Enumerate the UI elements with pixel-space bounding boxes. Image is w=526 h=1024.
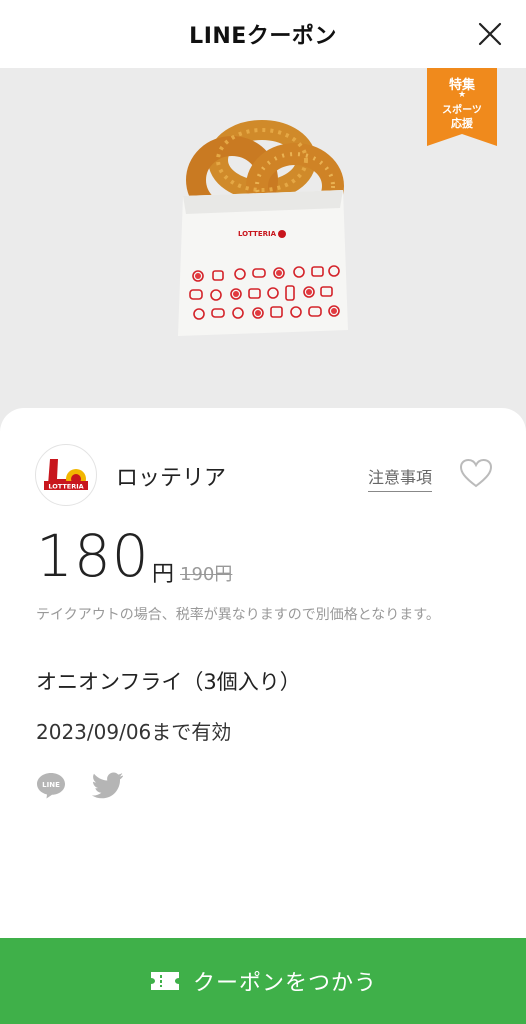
close-icon [478, 22, 502, 46]
paper-bag: LOTTERIA [178, 190, 348, 336]
favorite-button[interactable] [458, 457, 494, 489]
share-line-button[interactable]: LINE [35, 770, 67, 800]
item-name: オニオンフライ（3個入り） [36, 670, 301, 694]
notice-link[interactable]: 注意事項 [368, 464, 433, 492]
heart-icon [459, 458, 493, 488]
expiry-date: 2023/09/06まで有効 [36, 720, 232, 744]
shop-logo: LOTTERIA [35, 444, 97, 506]
logo-text: LOTTERIA [48, 483, 83, 491]
app-header: LINEクーポン [0, 0, 526, 68]
badge-line2: スポーツ [442, 105, 482, 116]
product-image: LOTTERIA 特集 ★ スポーツ 応援 [0, 68, 526, 428]
share-twitter-button[interactable] [91, 771, 124, 799]
twitter-icon [91, 772, 123, 799]
bag-brand-text: LOTTERIA [238, 230, 277, 238]
line-icon-text: LINE [42, 781, 60, 789]
use-coupon-label: クーポンをつかう [192, 971, 377, 996]
tax-note: テイクアウトの場合、税率が異なりますので別価格となります。 [36, 607, 440, 623]
ticket-icon [150, 972, 179, 990]
badge-line3: 応援 [451, 117, 473, 130]
lotteria-logo-icon: LOTTERIA [44, 459, 88, 491]
close-button[interactable] [474, 18, 506, 50]
price-unit: 円 [152, 562, 175, 587]
original-price: 190円 [180, 564, 233, 585]
header-title: LINEクーポン [189, 24, 337, 49]
line-share-icon: LINE [37, 773, 65, 799]
feature-badge: 特集 ★ スポーツ 応援 [427, 68, 497, 146]
coupon-card: LOTTERIA ロッテリア 注意事項 180 円 190円 テイクアウトの場合… [0, 408, 526, 1024]
shop-name: ロッテリア [116, 466, 227, 491]
star-icon: ★ [457, 90, 467, 100]
coupon-price: 180 [36, 522, 150, 590]
use-coupon-button[interactable]: クーポンをつかう [0, 938, 526, 1024]
